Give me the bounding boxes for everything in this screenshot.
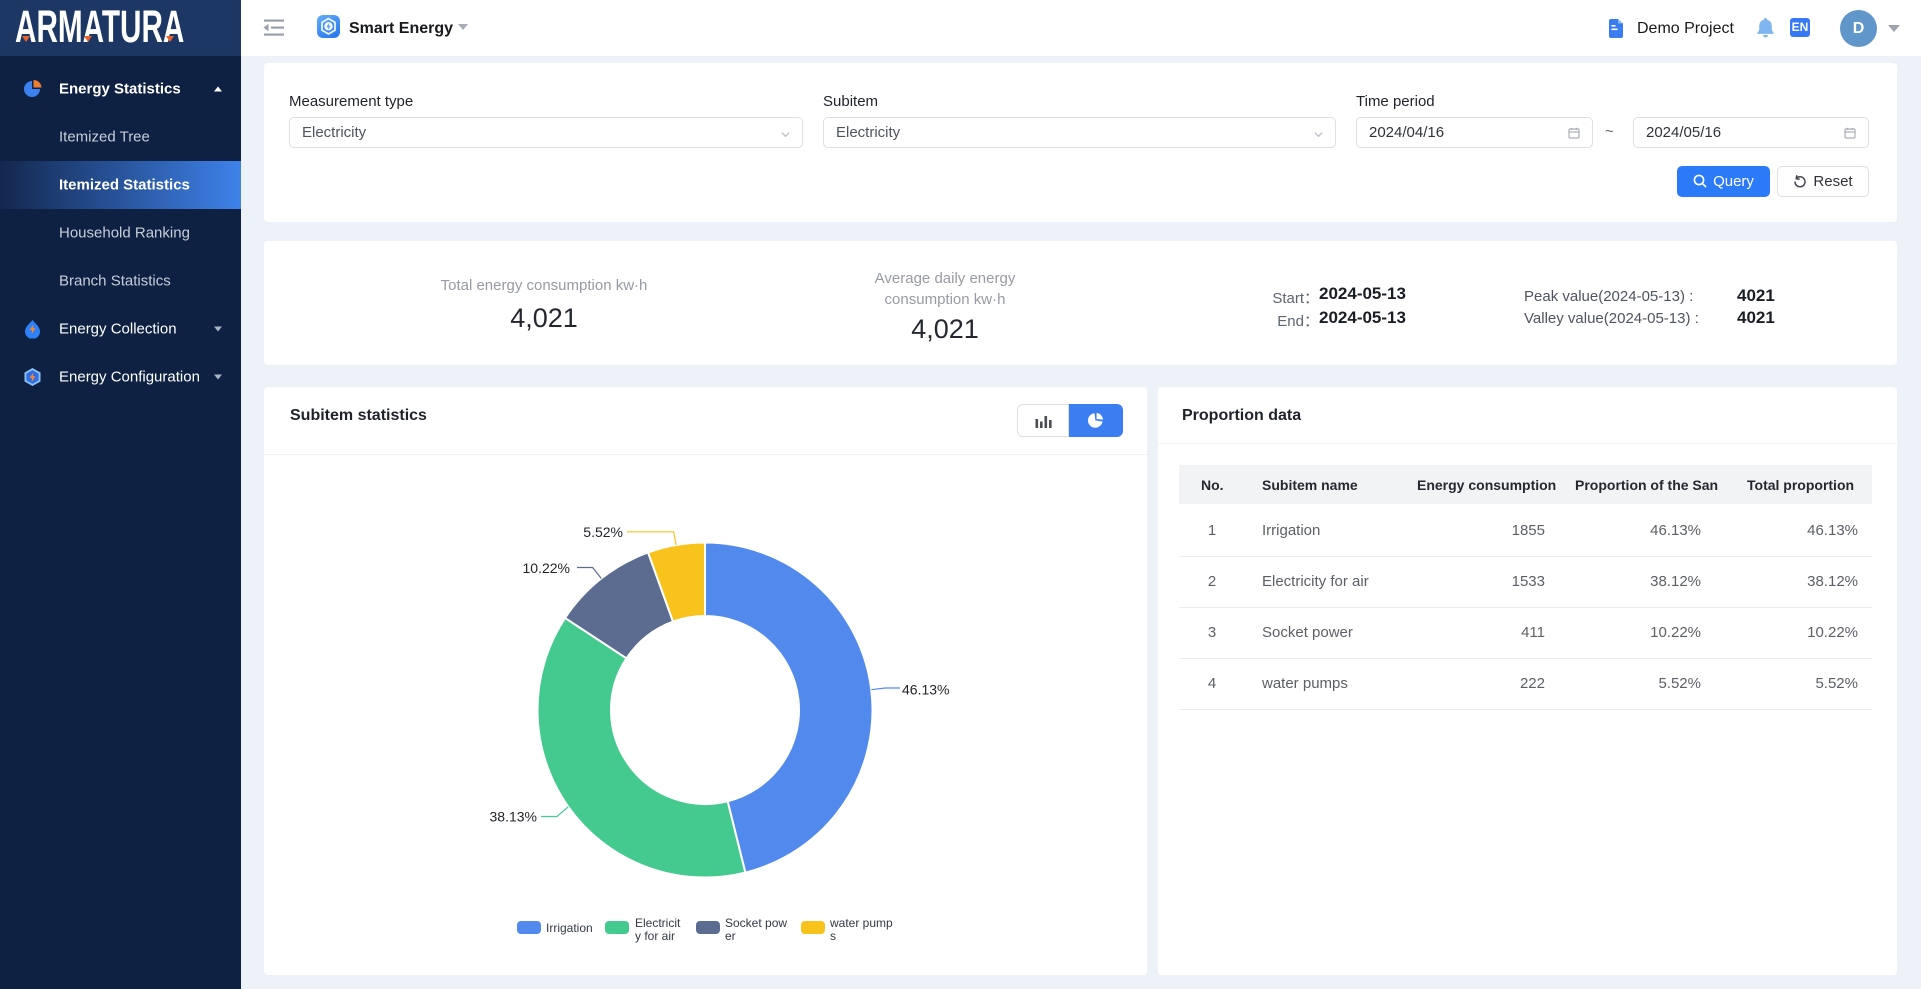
svg-text:s: s: [830, 929, 836, 943]
svg-text:Socket pow: Socket pow: [725, 916, 787, 930]
svg-text:Electricit: Electricit: [635, 916, 681, 930]
svg-text:5.52%: 5.52%: [583, 524, 623, 540]
svg-text:er: er: [725, 929, 736, 943]
svg-text:Irrigation: Irrigation: [546, 921, 593, 935]
svg-text:38.13%: 38.13%: [490, 809, 537, 825]
svg-text:y for air: y for air: [635, 929, 675, 943]
svg-text:water pump: water pump: [829, 916, 893, 930]
svg-text:10.22%: 10.22%: [523, 560, 570, 576]
svg-text:46.13%: 46.13%: [902, 682, 949, 698]
